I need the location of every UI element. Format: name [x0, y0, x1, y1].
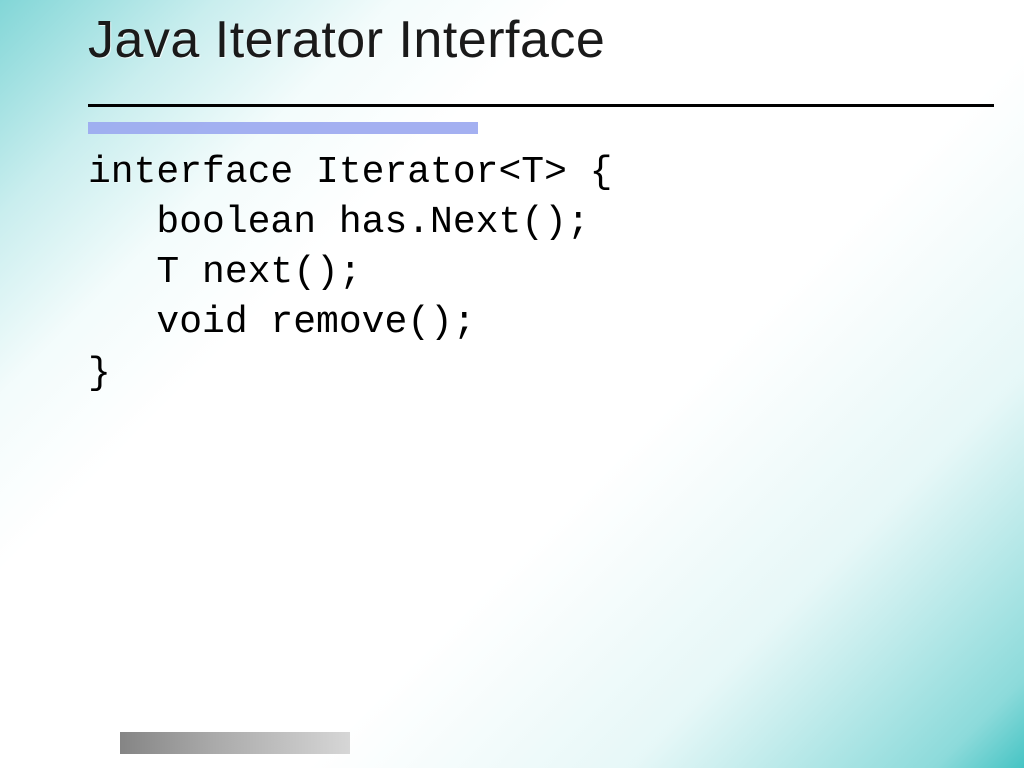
title-underline-group	[0, 104, 1024, 134]
title-underline-black	[88, 104, 994, 107]
footer-bar	[120, 732, 350, 754]
title-underline-blue	[88, 122, 478, 134]
code-line-5: }	[88, 352, 111, 395]
code-line-2: boolean has.Next();	[88, 201, 590, 244]
slide-title: Java Iterator Interface	[88, 10, 984, 70]
code-block: interface Iterator<T> { boolean has.Next…	[88, 148, 613, 399]
title-area: Java Iterator Interface	[88, 10, 984, 70]
code-line-4: void remove();	[88, 301, 476, 344]
code-line-3: T next();	[88, 251, 362, 294]
code-line-1: interface Iterator<T> {	[88, 151, 613, 194]
slide: Java Iterator Interface interface Iterat…	[0, 0, 1024, 768]
